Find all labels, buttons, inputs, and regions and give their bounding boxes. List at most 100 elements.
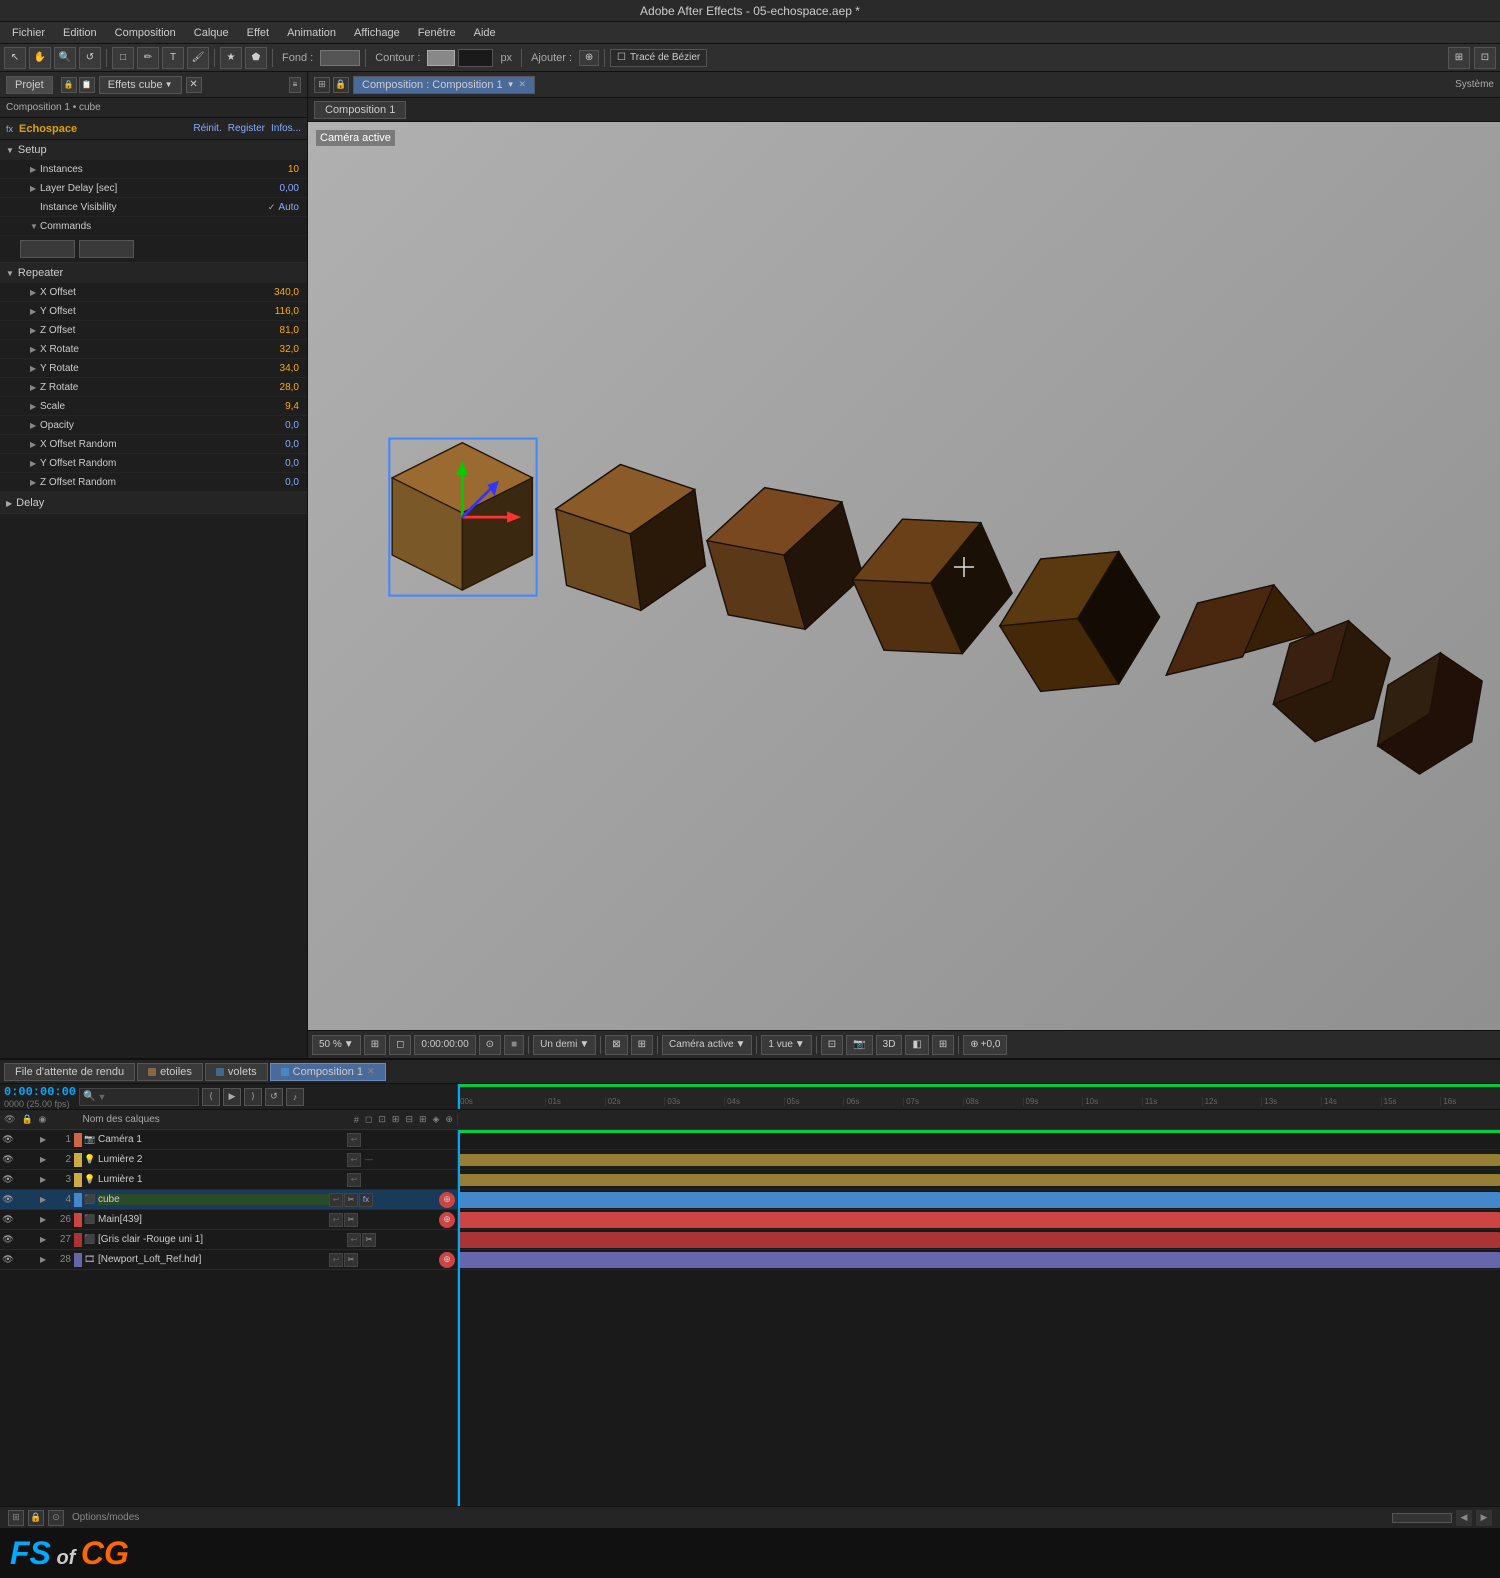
opacity-value[interactable]: 0,0 [285, 420, 299, 431]
tl-playhead[interactable] [458, 1084, 460, 1109]
comp1-subtab[interactable]: Composition 1 [314, 101, 406, 119]
tool-puppet[interactable]: ★ [220, 47, 242, 69]
layer27-vis[interactable]: 👁 [0, 1230, 16, 1249]
layer1-expand[interactable]: ▶ [40, 1135, 52, 1144]
instance-vis-value[interactable]: Auto [278, 202, 299, 213]
menu-effet[interactable]: Effet [239, 25, 277, 41]
snapshot-btn[interactable]: 📷 [846, 1035, 872, 1055]
scale-expand[interactable]: ▶ [30, 402, 40, 411]
layer28-sw1[interactable]: ↩ [329, 1253, 343, 1267]
transparency-btn[interactable]: ◧ [905, 1035, 928, 1055]
view-dropdown[interactable]: 1 vue ▼ [761, 1035, 811, 1055]
y-rotate-expand[interactable]: ▶ [30, 364, 40, 373]
status-icon1[interactable]: ⊞ [8, 1510, 24, 1526]
z-offset-expand[interactable]: ▶ [30, 326, 40, 335]
layer1-sw1[interactable]: ↩ [347, 1133, 361, 1147]
tool-settings[interactable]: ⊡ [1474, 47, 1496, 69]
tool-brush[interactable]: 🖌 [187, 47, 209, 69]
register-btn[interactable]: Register [228, 123, 265, 134]
camera-dropdown[interactable]: Caméra active ▼ [662, 1035, 752, 1055]
delay-header[interactable]: ▶ Delay [0, 493, 307, 513]
x-rotate-expand[interactable]: ▶ [30, 345, 40, 354]
tl-nav2[interactable]: ⟩ [244, 1088, 262, 1106]
menu-aide[interactable]: Aide [466, 25, 504, 41]
menu-fichier[interactable]: Fichier [4, 25, 53, 41]
tool-shape[interactable]: ⬟ [245, 47, 267, 69]
layer28-vis[interactable]: 👁 [0, 1250, 16, 1269]
menu-affichage[interactable]: Affichage [346, 25, 408, 41]
quality-dropdown[interactable]: Un demi ▼ [533, 1035, 596, 1055]
scroll-right[interactable]: ▶ [1476, 1510, 1492, 1526]
layer26-sw1[interactable]: ↩ [329, 1213, 343, 1227]
grid2-btn[interactable]: ⊞ [631, 1035, 653, 1055]
scroll-left[interactable]: ◀ [1456, 1510, 1472, 1526]
tab-comp1-close[interactable]: ✕ [367, 1066, 375, 1077]
layer3-sw1[interactable]: ↩ [347, 1173, 361, 1187]
layer28-sw2[interactable]: ✂ [344, 1253, 358, 1267]
tool-zoom[interactable]: 🔍 [54, 47, 76, 69]
effets-cube-dropdown[interactable]: Effets cube ▼ [99, 76, 182, 94]
grid-btn[interactable]: ⊞ [364, 1035, 386, 1055]
menu-edition[interactable]: Edition [55, 25, 105, 41]
layer3-expand[interactable]: ▶ [40, 1175, 52, 1184]
layer2-sw1[interactable]: ↩ [347, 1153, 361, 1167]
viewer-content[interactable]: Caméra active [308, 122, 1500, 1030]
project-tab[interactable]: Projet [6, 76, 53, 94]
layer4-expand[interactable]: ▶ [40, 1195, 52, 1204]
z-rotate-value[interactable]: 28,0 [280, 382, 299, 393]
tl-audio[interactable]: ♪ [286, 1088, 304, 1106]
layer4-sw-fx[interactable]: fx [359, 1193, 373, 1207]
menu-composition[interactable]: Composition [107, 25, 184, 41]
menu-fenetre[interactable]: Fenêtre [410, 25, 464, 41]
layer28-indicator[interactable]: ⊕ [439, 1252, 455, 1268]
z-offset-value[interactable]: 81,0 [280, 325, 299, 336]
flow-btn[interactable]: ⊞ [932, 1035, 954, 1055]
comp1-tab[interactable]: Composition : Composition 1 ▼ ✕ [353, 76, 535, 94]
reinit-btn[interactable]: Réinit. [193, 123, 221, 134]
tab-comp1[interactable]: Composition 1 ✕ [270, 1063, 386, 1081]
layer4-vis[interactable]: 👁 [0, 1190, 16, 1209]
panel-close[interactable]: ✕ [186, 77, 202, 93]
tool-monitor[interactable]: ⊞ [1448, 47, 1470, 69]
ajouter-icon[interactable]: ⊕ [579, 50, 599, 66]
layer-delay-value[interactable]: 0,00 [280, 183, 299, 194]
cmd-btn1[interactable] [20, 240, 75, 258]
render-btn[interactable]: ⊙ [479, 1035, 501, 1055]
x-offset-rand-value[interactable]: 0,0 [285, 439, 299, 450]
layer26-indicator[interactable]: ⊕ [439, 1212, 455, 1228]
x-offset-value[interactable]: 340,0 [274, 287, 299, 298]
mask-btn[interactable]: ◻ [389, 1035, 411, 1055]
x-rotate-value[interactable]: 32,0 [280, 344, 299, 355]
tracks-area[interactable] [458, 1130, 1500, 1506]
layer26-expand[interactable]: ▶ [40, 1215, 52, 1224]
contour-size[interactable] [458, 49, 493, 67]
trace-bezier-checkbox[interactable]: ☐ Tracé de Bézier [610, 49, 707, 67]
offset-btn[interactable]: ⊕ +0,0 [963, 1035, 1007, 1055]
3d-btn[interactable]: 3D [876, 1035, 903, 1055]
setup-header[interactable]: ▼ Setup [0, 140, 307, 160]
instances-value[interactable]: 10 [288, 164, 299, 175]
tl-ruler[interactable]: 00s 01s 02s 03s 04s 05s 06s 07s 08s 09s … [458, 1084, 1500, 1109]
panel-icon1[interactable]: 🔒 [61, 77, 77, 93]
tl-play[interactable]: ▶ [223, 1088, 241, 1106]
layer27-sw2[interactable]: ✂ [362, 1233, 376, 1247]
instances-expand[interactable]: ▶ [30, 165, 40, 174]
tl-nav1[interactable]: ⟨ [202, 1088, 220, 1106]
comp-tab-close[interactable]: ✕ [519, 79, 527, 90]
layer4-sw1[interactable]: ↩ [329, 1193, 343, 1207]
tool-rotate[interactable]: ↺ [79, 47, 101, 69]
layer27-sw1[interactable]: ↩ [347, 1233, 361, 1247]
y-offset-rand-expand[interactable]: ▶ [30, 459, 40, 468]
tool-hand[interactable]: ✋ [29, 47, 51, 69]
layer4-sw-scissor[interactable]: ✂ [344, 1193, 358, 1207]
x-offset-expand[interactable]: ▶ [30, 288, 40, 297]
layer3-vis[interactable]: 👁 [0, 1170, 16, 1189]
layer2-expand[interactable]: ▶ [40, 1155, 52, 1164]
z-rotate-expand[interactable]: ▶ [30, 383, 40, 392]
color-btn[interactable]: ■ [504, 1035, 524, 1055]
time-btn[interactable]: 0:00:00:00 [414, 1035, 475, 1055]
panel-icon2[interactable]: 📋 [79, 77, 95, 93]
scale-value[interactable]: 9,4 [285, 401, 299, 412]
render-queue-btn[interactable]: ⊡ [821, 1035, 843, 1055]
layer2-vis[interactable]: 👁 [0, 1150, 16, 1169]
